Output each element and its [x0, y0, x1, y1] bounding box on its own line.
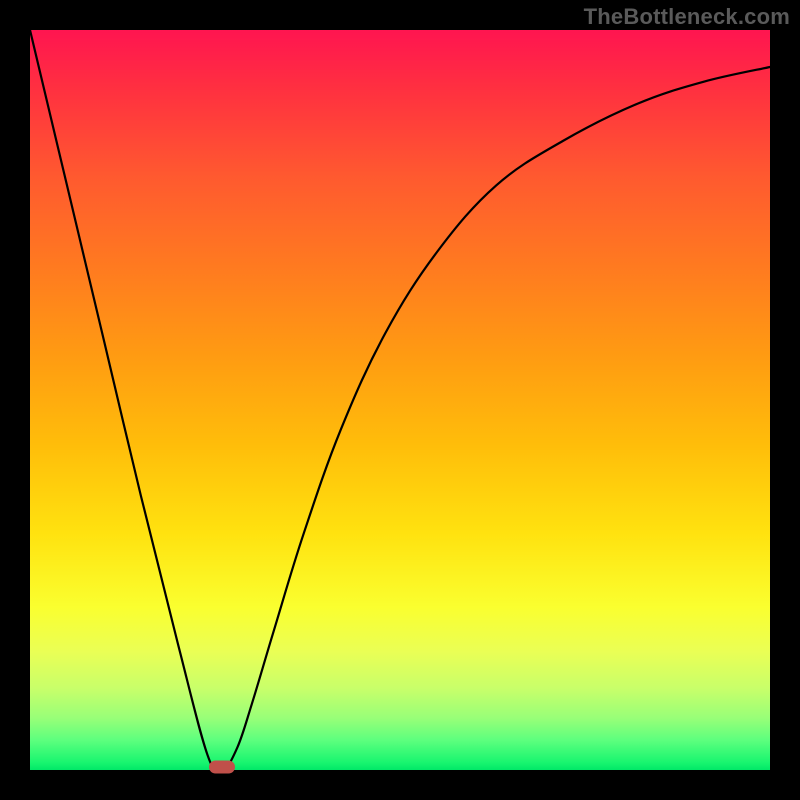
watermark-text: TheBottleneck.com [584, 4, 790, 30]
chart-frame: TheBottleneck.com [0, 0, 800, 800]
plot-area [30, 30, 770, 770]
bottleneck-curve [30, 30, 770, 770]
optimal-point-marker [209, 761, 235, 774]
